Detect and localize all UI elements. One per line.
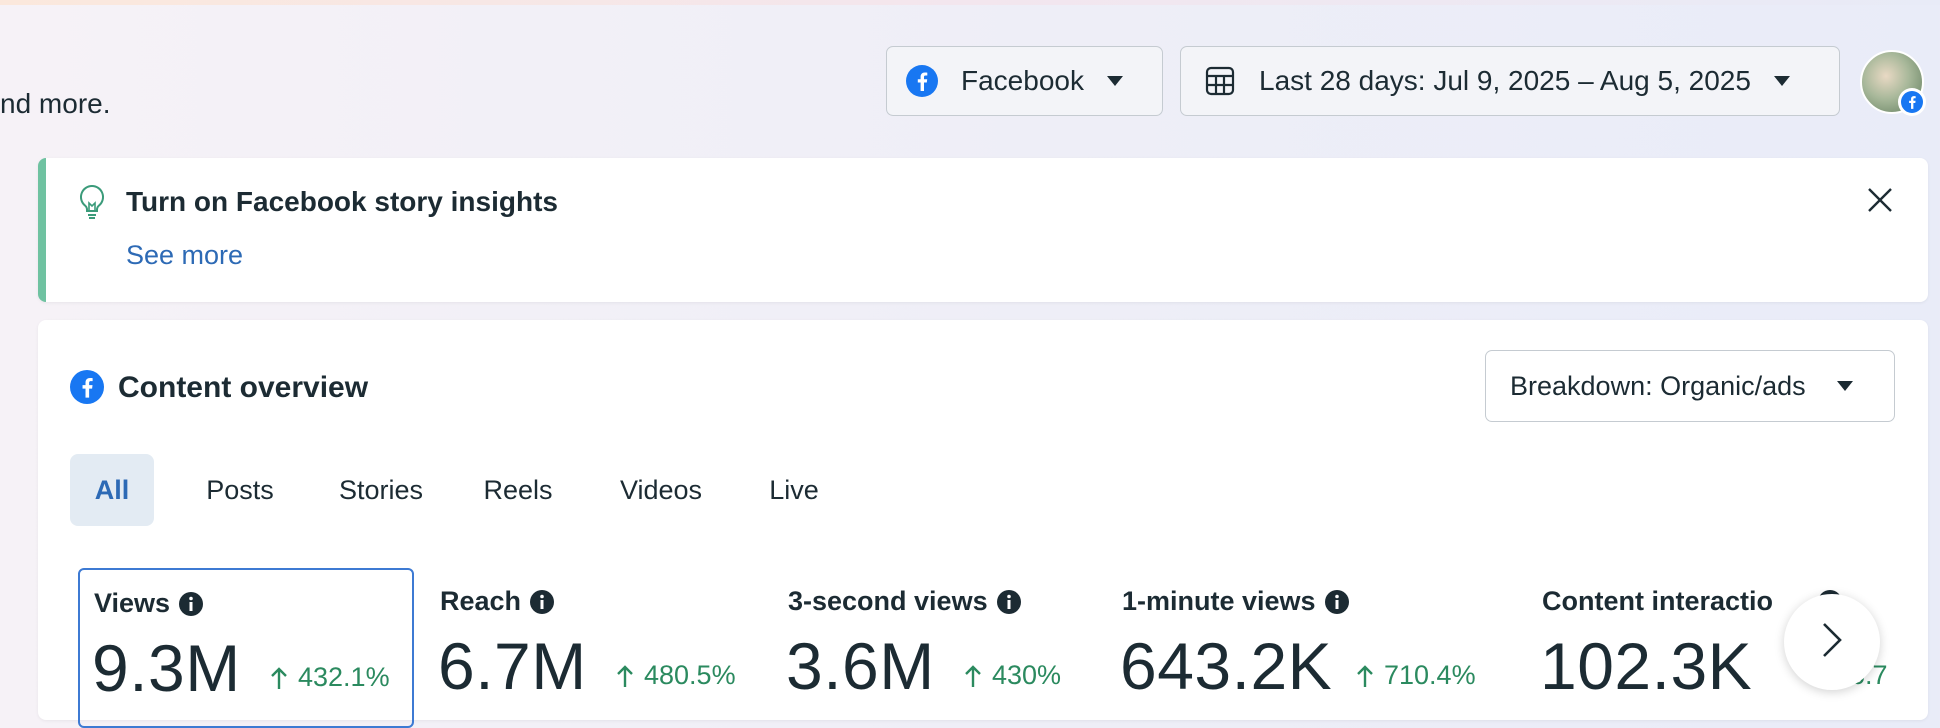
tab-live[interactable]: Live	[754, 454, 834, 526]
top-gradient-strip	[0, 0, 1940, 5]
arrow-up-icon	[1356, 664, 1374, 688]
metric-label-text: Views	[94, 588, 171, 618]
metric-delta-text: 710.4%	[1384, 660, 1476, 690]
metric-delta: 710.4%	[1356, 660, 1476, 691]
metric-value: 9.3M	[92, 631, 241, 705]
chevron-right-icon	[1820, 621, 1844, 664]
tab-stories[interactable]: Stories	[326, 454, 436, 526]
metric-delta-text: 430%	[992, 660, 1062, 690]
caret-down-icon	[1773, 75, 1791, 87]
metric-value: 643.2K	[1120, 629, 1333, 703]
breakdown-label: Breakdown: Organic/ads	[1510, 370, 1806, 401]
metric-value: 3.6M	[786, 629, 935, 703]
breakdown-dropdown[interactable]: Breakdown: Organic/ads	[1485, 350, 1895, 422]
arrow-up-icon	[616, 664, 634, 688]
date-range-dropdown[interactable]: Last 28 days: Jul 9, 2025 – Aug 5, 2025	[1180, 46, 1840, 116]
platform-dropdown-label: Facebook	[961, 65, 1084, 96]
info-icon[interactable]	[178, 591, 204, 617]
page-subtitle: nd more.	[0, 88, 111, 119]
metric-label-text: 3-second views	[788, 586, 988, 616]
tab-all[interactable]: All	[70, 454, 154, 526]
metric-value: 102.3K	[1540, 629, 1753, 703]
metric-delta-text: 480.5%	[644, 660, 736, 690]
info-icon[interactable]	[996, 589, 1022, 615]
content-overview-title: Content overview	[118, 371, 369, 404]
metric-label: 3-second views	[788, 586, 1022, 617]
metric-delta: 480.5%	[616, 660, 736, 691]
facebook-badge-icon	[1898, 88, 1926, 116]
facebook-icon	[70, 370, 104, 409]
info-icon[interactable]	[529, 589, 555, 615]
metric-label-text: Content interactio	[1542, 586, 1774, 616]
close-icon[interactable]	[1866, 186, 1894, 219]
see-more-link[interactable]: See more	[126, 240, 243, 271]
metric-1-minute-views[interactable]: 1-minute views 643.2K 710.4%	[1108, 568, 1476, 728]
platform-dropdown[interactable]: Facebook	[886, 46, 1163, 116]
arrow-up-icon	[964, 664, 982, 688]
metric-delta-text: 432.1%	[298, 662, 390, 692]
calendar-icon	[1203, 64, 1237, 98]
metric-value: 6.7M	[438, 629, 587, 703]
metric-3-second-views[interactable]: 3-second views 3.6M 430%	[774, 568, 1104, 728]
metric-reach[interactable]: Reach 6.7M 480.5%	[426, 568, 756, 728]
metric-delta: 432.1%	[270, 662, 390, 693]
facebook-icon	[905, 64, 939, 98]
scroll-next-button[interactable]	[1784, 594, 1880, 690]
metric-label: Reach	[440, 586, 555, 617]
metric-views[interactable]: Views 9.3M 432.1%	[78, 568, 414, 728]
story-insights-banner: Turn on Facebook story insights See more	[38, 158, 1928, 302]
banner-title: Turn on Facebook story insights	[126, 186, 558, 217]
date-range-label: Last 28 days: Jul 9, 2025 – Aug 5, 2025	[1259, 65, 1751, 96]
lightbulb-icon	[78, 184, 106, 225]
metric-label: Views	[94, 588, 204, 619]
info-icon[interactable]	[1324, 589, 1350, 615]
arrow-up-icon	[270, 666, 288, 690]
caret-down-icon	[1106, 75, 1124, 87]
metric-label-text: Reach	[440, 586, 522, 616]
tab-posts[interactable]: Posts	[192, 454, 288, 526]
caret-down-icon	[1836, 380, 1854, 392]
content-overview-card: Content overview Breakdown: Organic/ads …	[38, 320, 1928, 728]
tab-videos[interactable]: Videos	[606, 454, 716, 526]
tab-reels[interactable]: Reels	[470, 454, 566, 526]
metric-label-text: 1-minute views	[1122, 586, 1316, 616]
metric-label: 1-minute views	[1122, 586, 1350, 617]
metric-delta: 430%	[964, 660, 1061, 691]
